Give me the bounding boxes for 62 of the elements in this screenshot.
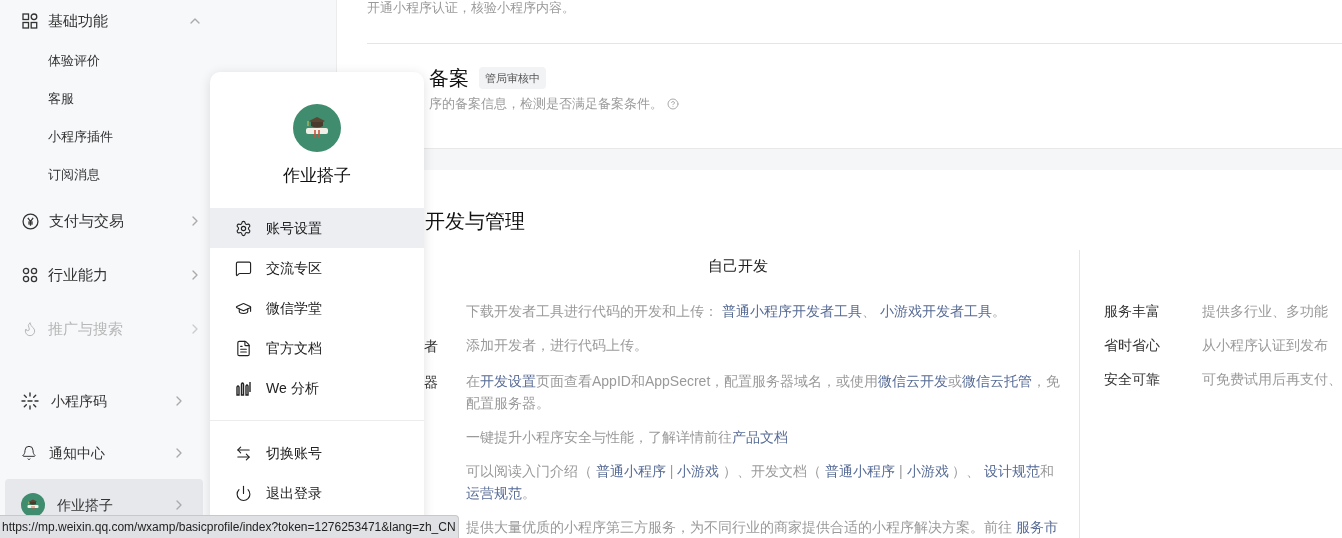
swap-arrows-icon — [235, 444, 252, 462]
row-label: 者 — [424, 338, 438, 354]
link[interactable]: 小游戏 — [906, 463, 949, 479]
yen-icon — [22, 212, 39, 230]
power-icon — [235, 484, 252, 502]
row-label: 省时省心 — [1104, 336, 1161, 355]
menu-item[interactable]: 官方文档 — [210, 328, 424, 368]
section-description: 序的备案信息，检测是否满足备案条件。 — [429, 95, 663, 113]
section-title: 开发与管理 — [425, 210, 525, 232]
link[interactable]: 产品文档 — [732, 429, 788, 445]
link[interactable]: 服务市 — [1015, 519, 1058, 535]
chat-bubble-icon — [235, 259, 252, 277]
graduation-cap-avatar — [21, 493, 45, 517]
link[interactable]: 普通小程序 — [825, 463, 896, 479]
row-description: 添加开发者，进行代码上传。 — [466, 336, 649, 355]
menu-item[interactable]: 退出登录 — [210, 473, 424, 513]
submenu-item[interactable]: 体验评价 — [0, 42, 336, 80]
link[interactable]: 小游戏 — [677, 463, 720, 479]
menu-item[interactable]: 切换账号 — [210, 433, 424, 473]
link[interactable]: 小游戏开发者工具 — [879, 303, 992, 319]
settings-icon — [235, 219, 252, 237]
bell-icon — [21, 445, 37, 461]
help-icon[interactable] — [667, 97, 679, 110]
row-description: 提供大量优质的小程序第三方服务，为不同行业的商家提供合适的小程序解决方案。前往 服务市 — [466, 518, 1059, 537]
sidebar-item[interactable]: 支付与交易 — [0, 194, 203, 248]
document-icon — [235, 339, 252, 357]
status-tag: 管局审核中 — [479, 66, 546, 90]
link[interactable]: 微信云托管 — [962, 373, 1033, 389]
sunburst-icon — [21, 392, 39, 410]
intro-text: 开通小程序认证，核验小程序内容。 — [367, 0, 576, 15]
link[interactable]: 微信云开发 — [878, 373, 949, 389]
menu-item[interactable]: 微信学堂 — [210, 288, 424, 328]
row-label: 服务丰富 — [1104, 302, 1161, 321]
column-heading: 自己开发 — [708, 256, 768, 276]
graduation-cap-avatar — [293, 104, 341, 152]
link[interactable]: 开发设置 — [480, 373, 536, 389]
link[interactable]: 普通小程序 — [595, 463, 666, 479]
row-description: 可以阅读入门介绍（ 普通小程序 | 小游戏 ）、开发文档（ 普通小程序 | 小游戏 ）、 设计规范和 运营规范。 — [466, 462, 1056, 503]
menu-item[interactable]: 交流专区 — [210, 248, 424, 288]
row-description: 一键提升小程序安全与性能，了解详情前往产品文档 — [466, 428, 789, 447]
nodes-icon — [22, 267, 38, 283]
menu-item[interactable]: We 分析 — [210, 368, 424, 408]
sidebar-item[interactable]: 基础功能 — [0, 0, 203, 42]
sidebar-item[interactable]: 通知中心 — [5, 427, 203, 479]
row-description: 可免费试用后再支付、 — [1202, 370, 1342, 389]
link[interactable]: 设计规范 — [984, 463, 1041, 479]
link[interactable]: 运营规范 — [466, 485, 522, 501]
row-description: 提供多行业、多功能 — [1202, 302, 1328, 321]
row-label: 器 — [424, 374, 438, 390]
account-name: 作业搭子 — [283, 165, 351, 187]
grid-icon — [22, 13, 38, 29]
sidebar-item[interactable]: 行业能力 — [0, 248, 203, 302]
menu-item[interactable]: 账号设置 — [210, 208, 424, 248]
row-description: 下载开发者工具进行代码的开发和上传： 普通小程序开发者工具、 小游戏开发者工具。 — [466, 302, 1007, 321]
section-title: 备案 — [429, 66, 469, 91]
flame-icon — [22, 321, 38, 337]
row-description: 从小程序认证到发布 — [1202, 336, 1328, 355]
sidebar-item[interactable]: 小程序码 — [5, 375, 203, 427]
wave-bars-icon — [235, 379, 252, 397]
row-label: 安全可靠 — [1104, 370, 1161, 389]
link[interactable]: 普通小程序开发者工具 — [721, 303, 862, 319]
row-description: 在开发设置页面查看AppID和AppSecret，配置服务器域名，或使用微信云开发或微信云托管，免配置服务器。 — [466, 372, 1062, 413]
